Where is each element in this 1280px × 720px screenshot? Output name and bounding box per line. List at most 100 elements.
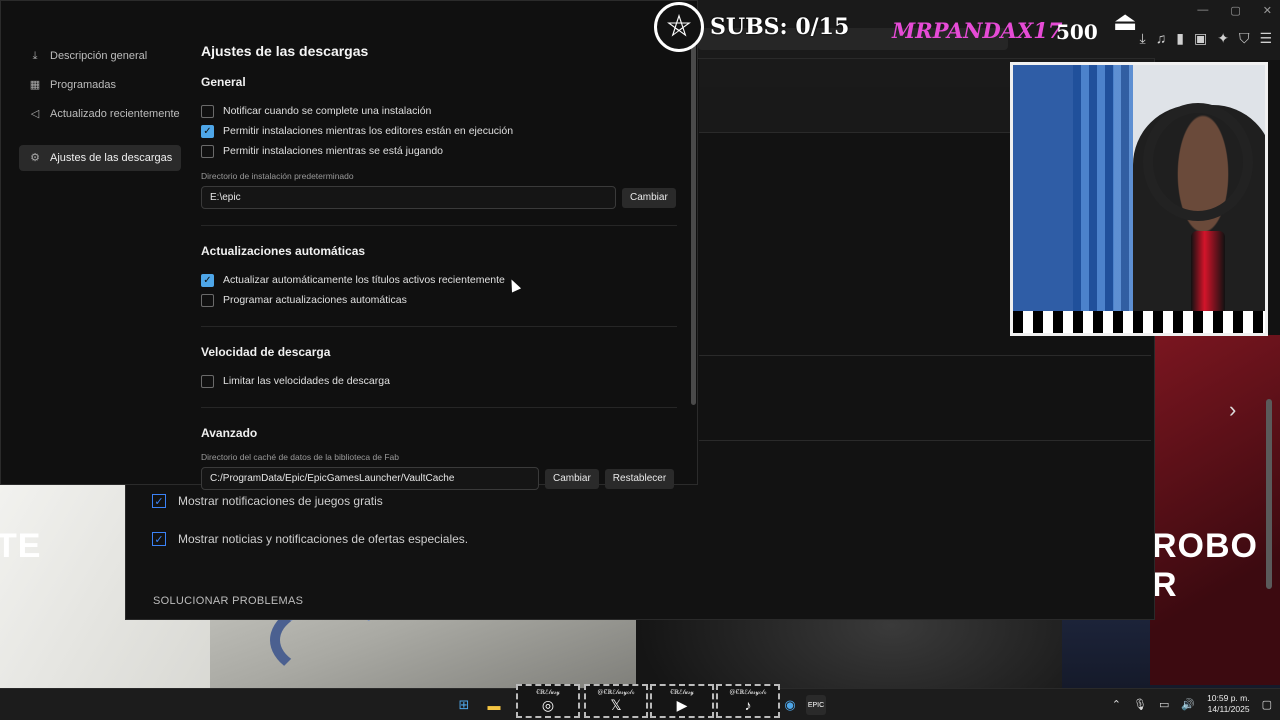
- option-limit-speed[interactable]: Limitar las velocidades de descarga: [201, 371, 677, 391]
- microphone-icon[interactable]: 🎙: [1133, 698, 1147, 711]
- setting-label: Mostrar noticias y notificaciones de ofe…: [178, 532, 469, 546]
- divider: [201, 225, 677, 226]
- checkbox[interactable]: [201, 374, 214, 388]
- volume-icon[interactable]: 🔊: [1181, 698, 1195, 711]
- network-icon[interactable]: ▭: [1159, 698, 1169, 711]
- option-auto-update[interactable]: ✓ Actualizar automáticamente los títulos…: [201, 270, 677, 290]
- sidebar-icon[interactable]: ▮: [1176, 30, 1184, 47]
- page-title: Ajustes de las descargas: [201, 43, 369, 59]
- reset-cache-dir-button[interactable]: Restablecer: [604, 468, 675, 489]
- hero-title-left: TE: [0, 527, 42, 565]
- section-heading-advanced: Avanzado: [201, 426, 258, 440]
- option-notify-install[interactable]: Notificar cuando se complete una instala…: [201, 101, 677, 121]
- file-explorer-icon[interactable]: ▬: [484, 695, 504, 715]
- subs-goal-overlay: ⛤ SUBS: 0/15: [654, 2, 849, 52]
- divider: [201, 326, 677, 327]
- section-heading-auto-updates: Actualizaciones automáticas: [201, 244, 366, 258]
- social-instagram: €ℝℰ𝓁𝓊𝓈𝓎 ◎: [516, 684, 580, 718]
- checkbox-checked[interactable]: ✓: [201, 273, 214, 287]
- gear-icon: ⚙: [30, 152, 40, 164]
- option-schedule-updates[interactable]: Programar actualizaciones automáticas: [201, 290, 677, 310]
- tiktok-icon: ♪: [744, 697, 752, 713]
- leo-icon[interactable]: ✦: [1217, 30, 1229, 47]
- chevron-right-icon[interactable]: ›: [1229, 397, 1236, 423]
- webcam-curtain: [1073, 65, 1133, 315]
- social-handle: @€ℝℰ𝓁𝓊𝓈𝓎ℴ𝓁ℴ: [729, 689, 767, 696]
- option-label: Notificar cuando se complete una instala…: [223, 105, 432, 117]
- divider: [699, 440, 1151, 441]
- checkbox[interactable]: [201, 293, 214, 307]
- checkbox-checked[interactable]: ✓: [152, 532, 166, 546]
- option-allow-playing[interactable]: Permitir instalaciones mientras se está …: [201, 141, 677, 161]
- wallet-icon[interactable]: ▣: [1194, 30, 1207, 47]
- system-tray: ⌃ 🎙 ▭ 🔊 10:59 p. m. 14/11/2025 ▢: [1112, 693, 1272, 715]
- browser-tools: ⤓ ♫ ▮ ▣ ✦ ⛉ ☰: [1140, 30, 1272, 47]
- sidebar-item-recent[interactable]: ◁ Actualizado recientemente: [19, 101, 181, 127]
- option-label: Permitir instalaciones mientras los edit…: [223, 125, 514, 137]
- cache-dir-row: C:/ProgramData/Epic/EpicGamesLauncher/Va…: [201, 467, 677, 490]
- youtube-icon: ▶: [676, 697, 688, 713]
- download-icon: ⤓: [32, 50, 38, 62]
- webcam-feed: [1010, 62, 1268, 336]
- change-install-dir-button[interactable]: Cambiar: [622, 187, 676, 208]
- minimize-icon[interactable]: —: [1197, 4, 1208, 17]
- dialog-scrollbar[interactable]: [691, 43, 696, 405]
- download-settings-dialog: ⤓ Descripción general ▦ Programadas ◁ Ac…: [0, 0, 698, 490]
- install-dir-label: Directorio de instalación predeterminado: [201, 171, 354, 181]
- chevron-up-icon[interactable]: ⌃: [1112, 698, 1121, 711]
- clock[interactable]: 10:59 p. m. 14/11/2025: [1207, 693, 1250, 715]
- checkbox[interactable]: [201, 144, 214, 158]
- notification-icon[interactable]: ▢: [1262, 698, 1272, 711]
- headset: [1143, 103, 1253, 221]
- page-scrollbar[interactable]: [1266, 399, 1272, 589]
- streamer-logo-icon: ⏏: [1112, 5, 1138, 36]
- setting-label: Mostrar notificaciones de juegos gratis: [178, 494, 383, 508]
- settings-content: Ajustes de las descargas General Notific…: [201, 43, 677, 490]
- social-youtube: €ℝℰ𝓁𝓊𝓈𝓎 ▶: [650, 684, 714, 718]
- epic-games-icon[interactable]: EPIC: [806, 695, 826, 715]
- divider: [201, 407, 677, 408]
- sidebar-item-scheduled[interactable]: ▦ Programadas: [19, 72, 181, 98]
- maximize-icon[interactable]: ▢: [1230, 4, 1240, 17]
- checkbox[interactable]: [201, 104, 214, 118]
- section-heading-general: General: [201, 75, 246, 89]
- social-x: @€ℝℰ𝓁𝓊𝓈𝓎ℴ𝓁ℴ 𝕏: [584, 684, 648, 718]
- checkbox-checked[interactable]: ✓: [201, 124, 214, 138]
- social-handle: @€ℝℰ𝓁𝓊𝓈𝓎ℴ𝓁ℴ: [597, 689, 635, 696]
- install-dir-input[interactable]: E:\epic: [201, 186, 616, 209]
- clock-date: 14/11/2025: [1207, 704, 1250, 714]
- vpn-icon[interactable]: ⛉: [1239, 30, 1250, 47]
- webcam-frame-border: [1013, 311, 1265, 333]
- divider: [699, 355, 1151, 356]
- start-icon[interactable]: ⊞: [454, 695, 474, 715]
- menu-icon[interactable]: ☰: [1259, 30, 1272, 47]
- instagram-icon: ◎: [541, 697, 555, 713]
- option-label: Permitir instalaciones mientras se está …: [223, 145, 444, 157]
- close-icon[interactable]: ✕: [1263, 4, 1272, 17]
- edge-icon[interactable]: ◉: [780, 695, 800, 715]
- sidebar-item-overview[interactable]: ⤓ Descripción general: [19, 43, 181, 69]
- hero-title-right: ROBO R: [1152, 527, 1258, 604]
- megaphone-icon: ◁: [30, 108, 40, 120]
- sidebar-item-label: Descripción general: [50, 50, 148, 62]
- music-icon[interactable]: ♫: [1156, 30, 1167, 47]
- sidebar-item-label: Programadas: [50, 79, 117, 91]
- social-tiktok: @€ℝℰ𝓁𝓊𝓈𝓎ℴ𝓁ℴ ♪: [716, 684, 780, 718]
- change-cache-dir-button[interactable]: Cambiar: [545, 468, 599, 489]
- section-heading-speed: Velocidad de descarga: [201, 345, 331, 359]
- option-label: Limitar las velocidades de descarga: [223, 375, 390, 387]
- setting-free-games[interactable]: ✓ Mostrar notificaciones de juegos grati…: [152, 494, 383, 508]
- option-allow-editors[interactable]: ✓ Permitir instalaciones mientras los ed…: [201, 121, 677, 141]
- checkbox-checked[interactable]: ✓: [152, 494, 166, 508]
- hero-art-red: [1150, 335, 1280, 685]
- microphone: [1191, 231, 1225, 321]
- downloads-sidebar: ⤓ Descripción general ▦ Programadas ◁ Ac…: [19, 43, 181, 174]
- calendar-icon: ▦: [29, 79, 41, 91]
- social-handle: €ℝℰ𝓁𝓊𝓈𝓎: [536, 689, 560, 696]
- cache-dir-label: Directorio del caché de datos de la bibl…: [201, 452, 399, 462]
- window-controls: — ▢ ✕: [1197, 4, 1272, 17]
- setting-offers[interactable]: ✓ Mostrar noticias y notificaciones de o…: [152, 532, 468, 546]
- troubleshoot-link[interactable]: SOLUCIONAR PROBLEMAS: [153, 595, 303, 607]
- sidebar-item-download-settings[interactable]: ⚙ Ajustes de las descargas: [19, 145, 181, 171]
- cache-dir-input[interactable]: C:/ProgramData/Epic/EpicGamesLauncher/Va…: [201, 467, 539, 490]
